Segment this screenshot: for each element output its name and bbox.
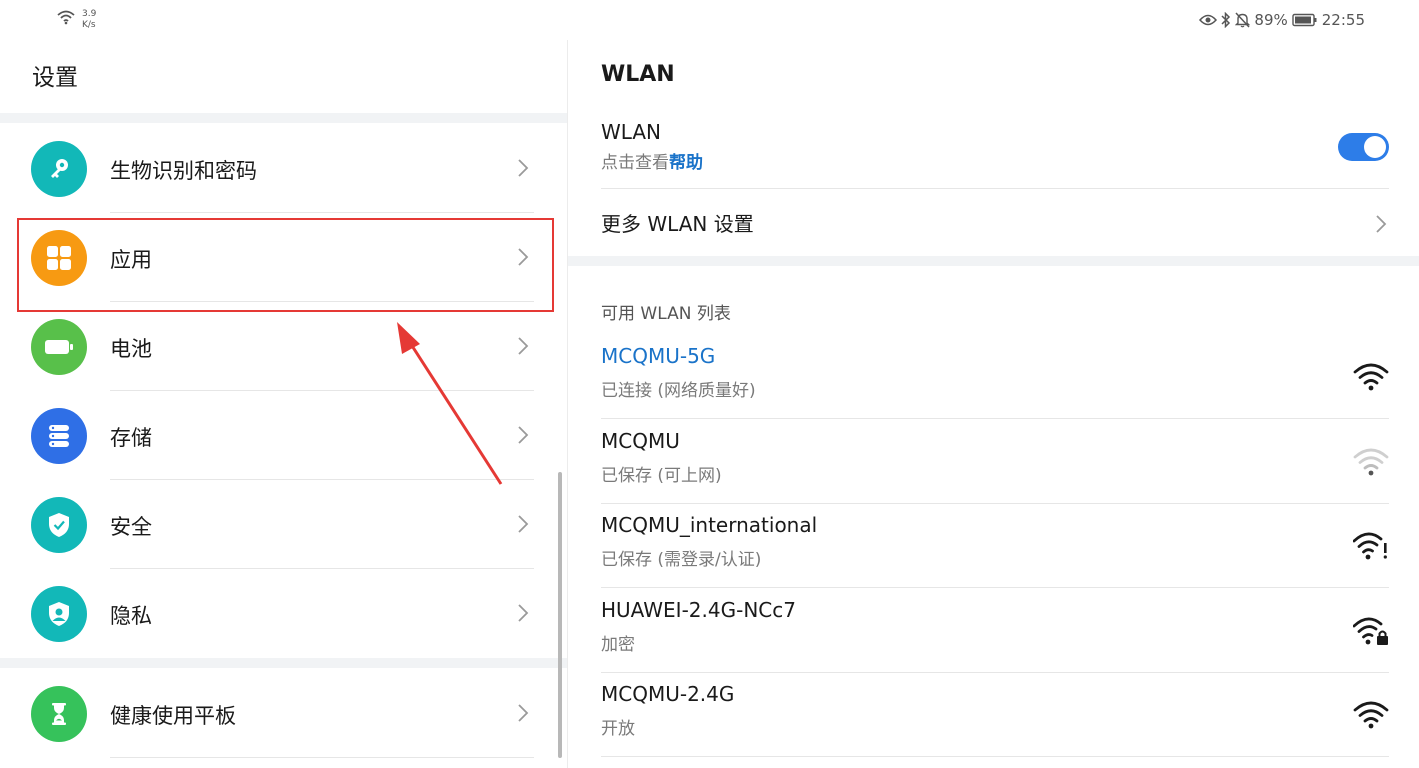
more-wlan-settings-label: 更多 WLAN 设置 bbox=[601, 212, 754, 236]
network-status: 开放 bbox=[601, 719, 635, 739]
help-link[interactable]: 帮助 bbox=[669, 153, 703, 173]
wlan-page-title: WLAN bbox=[601, 62, 675, 87]
toggle-knob bbox=[1364, 136, 1386, 158]
sidebar-item-label: 电池 bbox=[110, 337, 152, 361]
chevron-right-icon bbox=[518, 426, 529, 444]
network-name: MCQMU-5G bbox=[601, 344, 716, 368]
wifi-icon bbox=[1353, 701, 1389, 729]
divider bbox=[110, 212, 534, 213]
sidebar-item-label: 安全 bbox=[110, 515, 152, 539]
network-name: HUAWEI-2.4G-NCc7 bbox=[601, 598, 796, 622]
mute-bell-icon bbox=[1235, 12, 1251, 28]
status-left: 3.9 K/s bbox=[56, 9, 96, 31]
eye-icon bbox=[1199, 14, 1218, 26]
sidebar-item-storage[interactable]: 存储 bbox=[0, 392, 560, 480]
wlan-network-item[interactable]: MCQMU-2.4G 开放 bbox=[601, 672, 1389, 757]
privacy-icon bbox=[31, 586, 87, 642]
chevron-right-icon bbox=[518, 604, 529, 622]
chevron-right-icon bbox=[518, 515, 529, 533]
network-speed-unit: K/s bbox=[82, 20, 96, 30]
wlan-network-item[interactable]: HUAWEI-2.4G-NCc7 加密 bbox=[601, 588, 1389, 673]
storage-icon bbox=[31, 408, 87, 464]
divider bbox=[110, 568, 534, 569]
sidebar-item-label: 隐私 bbox=[110, 604, 152, 628]
wifi-alert-icon bbox=[1353, 532, 1387, 560]
sidebar-item-privacy[interactable]: 隐私 bbox=[0, 570, 560, 658]
wlan-toggle-row[interactable]: WLAN 点击查看帮助 bbox=[601, 120, 1389, 188]
annotation-highlight-box bbox=[17, 218, 554, 312]
hourglass-icon bbox=[31, 686, 87, 742]
wlan-hint-text: 点击查看 bbox=[601, 153, 669, 173]
settings-pane: 设置 生物识别和密码 应用 电池 存储 安全 隐私 健康使用平板 bbox=[0, 40, 567, 768]
battery-status-icon bbox=[1292, 13, 1318, 27]
chevron-right-icon bbox=[1376, 215, 1387, 233]
group-separator bbox=[0, 658, 567, 668]
wifi-lock-icon bbox=[1353, 617, 1388, 645]
sidebar-item-battery[interactable]: 电池 bbox=[0, 303, 560, 391]
divider bbox=[110, 757, 534, 758]
wlan-network-item[interactable]: MCQMU_international 已保存 (需登录/认证) bbox=[601, 503, 1389, 588]
battery-percent: 89% bbox=[1254, 11, 1288, 29]
section-separator bbox=[568, 256, 1419, 266]
sidebar-item-label: 存储 bbox=[110, 426, 152, 450]
wlan-network-item[interactable]: MCQMU-5G 已连接 (网络质量好) bbox=[601, 334, 1389, 419]
network-name: MCQMU-2.4G bbox=[601, 682, 735, 706]
status-right: 89% 22:55 bbox=[1199, 11, 1365, 29]
divider bbox=[601, 188, 1389, 189]
network-speed-value: 3.9 bbox=[82, 9, 97, 19]
clock: 22:55 bbox=[1321, 11, 1365, 29]
wlan-toggle-switch[interactable] bbox=[1338, 133, 1389, 161]
group-separator bbox=[0, 113, 567, 123]
network-speed: 3.9 K/s bbox=[82, 9, 96, 31]
battery-icon bbox=[31, 319, 87, 375]
sidebar-item-digital-balance[interactable]: 健康使用平板 bbox=[0, 670, 560, 758]
network-name: MCQMU_international bbox=[601, 513, 818, 537]
sidebar-item-label: 健康使用平板 bbox=[110, 704, 236, 728]
divider bbox=[110, 479, 534, 480]
wlan-pane: WLAN WLAN 点击查看帮助 更多 WLAN 设置 可用 WLAN 列表 M… bbox=[568, 40, 1419, 768]
wlan-network-item[interactable]: MCQMU 已保存 (可上网) bbox=[601, 419, 1389, 504]
sidebar-item-biometrics-password[interactable]: 生物识别和密码 bbox=[0, 125, 560, 213]
wifi-status-icon bbox=[56, 9, 76, 25]
more-wlan-settings-row[interactable]: 更多 WLAN 设置 bbox=[601, 208, 1389, 238]
network-status: 加密 bbox=[601, 635, 635, 655]
network-status: 已连接 (网络质量好) bbox=[601, 381, 756, 401]
page-title: 设置 bbox=[32, 65, 78, 91]
network-status: 已保存 (需登录/认证) bbox=[601, 550, 762, 570]
bluetooth-icon bbox=[1221, 12, 1231, 28]
shield-icon bbox=[31, 497, 87, 553]
wifi-icon bbox=[1353, 363, 1389, 391]
status-bar: 3.9 K/s 89% 22:55 bbox=[0, 0, 1419, 40]
wifi-weak-icon bbox=[1353, 448, 1389, 476]
chevron-right-icon bbox=[518, 704, 529, 722]
key-icon bbox=[31, 141, 87, 197]
chevron-right-icon bbox=[518, 337, 529, 355]
sidebar-item-label: 生物识别和密码 bbox=[110, 159, 257, 183]
wlan-toggle-label: WLAN bbox=[601, 120, 662, 144]
divider bbox=[110, 390, 534, 391]
chevron-right-icon bbox=[518, 159, 529, 177]
available-wlan-header: 可用 WLAN 列表 bbox=[601, 304, 731, 324]
network-status: 已保存 (可上网) bbox=[601, 466, 722, 486]
divider bbox=[601, 756, 1389, 757]
wlan-hint: 点击查看帮助 bbox=[601, 148, 1389, 173]
scrollbar[interactable] bbox=[558, 472, 562, 758]
network-name: MCQMU bbox=[601, 429, 680, 453]
sidebar-item-security[interactable]: 安全 bbox=[0, 481, 560, 569]
